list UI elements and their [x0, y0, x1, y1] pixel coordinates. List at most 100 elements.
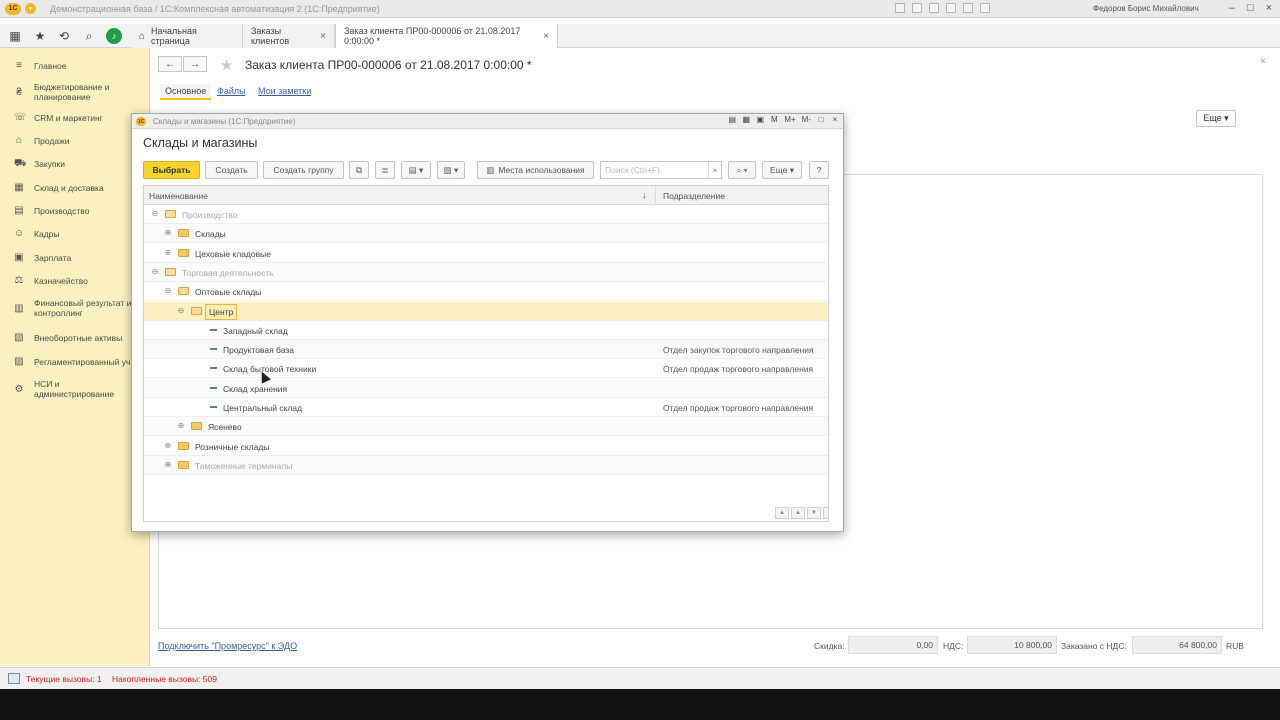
scroll-bottom-icon[interactable]: ▼ [823, 507, 828, 519]
usage-places-button[interactable]: ▥ Места использования [477, 161, 594, 179]
sidebar-item-assets[interactable]: ▧ Внеоборотные активы [0, 332, 150, 344]
tab-main[interactable]: Основное [160, 84, 212, 100]
table-row[interactable]: ⊕ Ясенево [144, 417, 828, 437]
app-menu-icon[interactable]: ▾ [25, 3, 36, 14]
table-row[interactable]: ⊕ Цеховые кладовые [144, 244, 828, 263]
scroll-down-icon[interactable]: ▼ [807, 507, 821, 519]
collapse-icon[interactable]: ⊖ [151, 210, 159, 218]
bookmark-icon[interactable] [929, 3, 939, 13]
table-row[interactable]: Склад бытовой техники Отдел продаж торгов… [144, 359, 828, 379]
search-icon[interactable]: ⌕ [80, 27, 98, 45]
tab-start-page[interactable]: ⌂ Начальная страница [131, 24, 243, 48]
memory-m-icon[interactable]: M [770, 115, 778, 124]
table-row[interactable]: Западный склад [144, 321, 828, 340]
table-row[interactable]: ⊕ Розничные склады [144, 437, 828, 456]
calendar-icon[interactable] [912, 3, 922, 13]
reports-menu-button[interactable]: ▧ ▾ [437, 161, 465, 179]
print-icon[interactable]: ▤ [728, 115, 737, 124]
edo-connect-link[interactable]: Подключить "Промресурс" к ЭДО [158, 641, 297, 651]
sidebar-item-finance[interactable]: ▥ Финансовый результат и контроллинг [0, 298, 150, 320]
memory-minus-icon[interactable]: M- [802, 115, 811, 124]
maximize-icon[interactable]: □ [817, 115, 825, 124]
sidebar-item-budget[interactable]: ₴ Бюджетирование и планирование [0, 82, 150, 104]
sidebar-item-purchases[interactable]: ⛟ Закупки [0, 158, 150, 170]
search-button[interactable]: ⌕ ▾ [728, 161, 756, 179]
maximize-icon[interactable]: □ [1247, 2, 1254, 14]
sidebar-item-salary[interactable]: ▣ Зарплата [0, 252, 150, 264]
column-header-department[interactable]: Подразделение [663, 191, 725, 201]
sales-icon: ⌂ [15, 135, 23, 146]
sidebar-item-staff[interactable]: ☺ Кадры [0, 228, 150, 240]
clear-search-icon[interactable]: × [708, 162, 721, 178]
table-row[interactable]: ⊕ Склады [144, 224, 828, 244]
help-button[interactable]: ? [809, 161, 829, 179]
notification-bell-icon[interactable]: ♪ [106, 28, 122, 44]
collapse-icon[interactable]: ⊖ [177, 306, 185, 315]
expand-icon[interactable]: ⊕ [164, 460, 172, 469]
minimize-icon[interactable]: – [1229, 2, 1235, 14]
sidebar-item-warehouse[interactable]: ▦ Склад и доставка [0, 182, 150, 194]
scroll-top-icon[interactable]: ▲ [775, 507, 789, 519]
history-icon[interactable] [963, 3, 973, 13]
history-clock-icon[interactable]: ⟲ [55, 27, 73, 45]
table-row[interactable]: Продуктовая база Отдел закупок торгового … [144, 340, 828, 360]
sidebar-item-label: Внеоборотные активы [34, 333, 123, 343]
collapse-icon[interactable]: ⊖ [164, 287, 172, 295]
table-row[interactable]: ⊖ Оптовые склады [144, 282, 828, 302]
more-button[interactable]: Еще ▾ [1196, 110, 1236, 127]
table-row[interactable]: Склад хранения [144, 378, 828, 398]
tab-close-icon[interactable]: × [320, 31, 326, 42]
sidebar-item-reports[interactable]: ▨ Регламентированный уч... [0, 356, 150, 368]
back-button[interactable]: ← [158, 56, 182, 72]
zoom-icon[interactable] [980, 3, 990, 13]
search-input[interactable]: Поиск (Ctrl+F) × [600, 161, 722, 179]
sidebar-item-crm[interactable]: ☏ CRM и маркетинг [0, 112, 150, 124]
column-header-name[interactable]: Наименование [149, 191, 208, 201]
create-button[interactable]: Создать [205, 161, 258, 179]
column-divider[interactable] [655, 186, 656, 205]
collapse-icon[interactable]: ⊖ [151, 267, 159, 276]
scroll-up-icon[interactable]: ▲ [791, 507, 805, 519]
print-menu-button[interactable]: ▤ ▾ [401, 161, 431, 179]
calendar-icon[interactable]: ▦ [742, 115, 751, 124]
current-user[interactable]: Федоров Борис Михайлович [1093, 4, 1199, 13]
sidebar-item-sales[interactable]: ⌂ Продажи [0, 135, 150, 147]
expand-icon[interactable]: ⊕ [164, 229, 172, 237]
apps-grid-icon[interactable]: ▦ [6, 27, 24, 45]
sidebar-item-settings[interactable]: ⚙ НСИ и администрирование [0, 379, 150, 401]
create-group-button[interactable]: Создать группу [263, 161, 344, 179]
expand-icon[interactable]: ⊕ [177, 422, 185, 430]
sidebar-item-treasury[interactable]: ⚖ Казначейство [0, 275, 150, 287]
tab-close-icon[interactable]: × [543, 31, 549, 42]
list-button[interactable]: ≣ [375, 161, 395, 179]
table-row[interactable]: ⊖ Торговая деятельность [144, 262, 828, 282]
calculator-icon[interactable]: ▣ [756, 115, 765, 124]
form-close-icon[interactable]: × [1260, 56, 1266, 67]
more-button[interactable]: Еще ▾ [762, 161, 802, 179]
print-icon[interactable] [895, 3, 905, 13]
table-row[interactable]: Центральный склад Отдел продаж торгового … [144, 398, 828, 417]
table-row[interactable]: ⊖ Центр [144, 301, 828, 321]
table-row[interactable]: ⊕ Таможенные терминалы [144, 455, 828, 475]
favorite-star-icon[interactable]: ★ [220, 56, 233, 74]
folder-icon [178, 248, 189, 257]
forward-button[interactable]: → [183, 56, 207, 72]
tab-files[interactable]: Файлы [217, 86, 246, 96]
table-row[interactable]: ⊖ Производство [144, 205, 828, 224]
close-icon[interactable]: × [1266, 2, 1272, 14]
expand-icon[interactable]: ⊕ [164, 248, 172, 257]
calculator-icon[interactable] [946, 3, 956, 13]
select-button[interactable]: Выбрать [143, 161, 200, 179]
tab-my-notes[interactable]: Мои заметки [258, 86, 311, 96]
memory-plus-icon[interactable]: M+ [784, 115, 795, 124]
tab-client-orders[interactable]: Заказы клиентов × [243, 24, 335, 48]
favorites-star-icon[interactable]: ★ [31, 27, 49, 45]
copy-button[interactable]: ⧉ [349, 161, 369, 179]
close-icon[interactable]: × [831, 115, 839, 124]
expand-icon[interactable]: ⊕ [164, 441, 172, 450]
sort-arrow-icon[interactable]: ↓ [642, 190, 647, 200]
sidebar-item-production[interactable]: ▤ Производство [0, 205, 150, 217]
tab-client-order[interactable]: Заказ клиента ПР00-000006 от 21.08.2017 … [335, 24, 558, 48]
sidebar-item-main[interactable]: ≡ Главное [0, 60, 150, 72]
monitor-icon[interactable] [8, 673, 20, 684]
